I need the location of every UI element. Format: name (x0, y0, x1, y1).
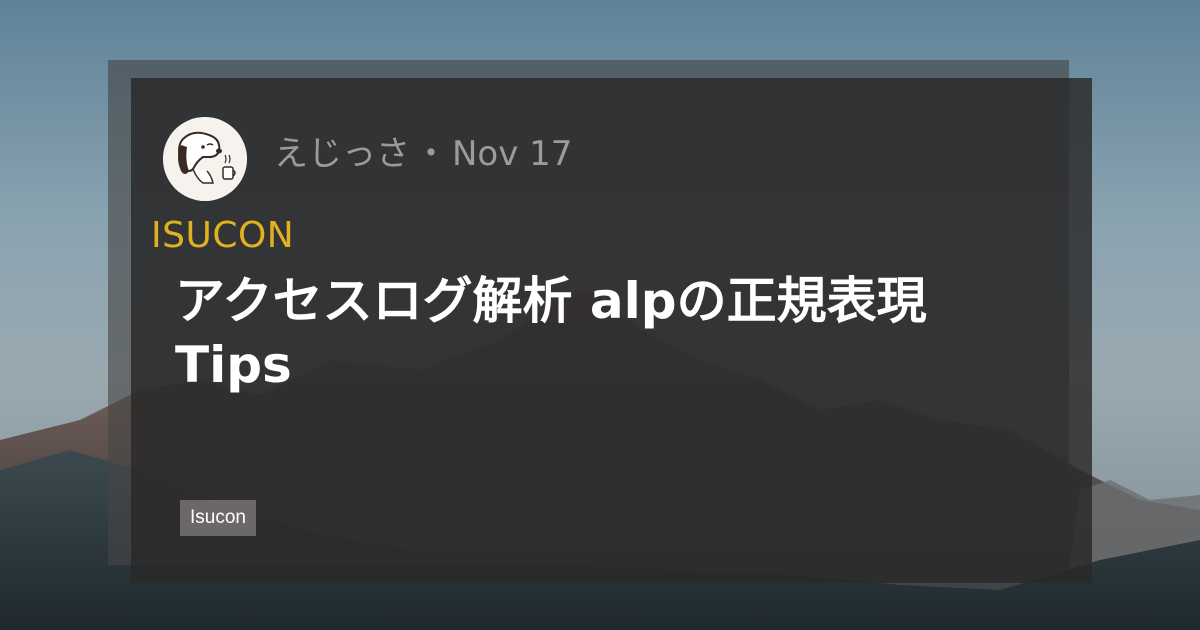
post-date: Nov 17 (452, 134, 573, 174)
meta-separator: ・ (414, 134, 448, 174)
snoopy-coffee-avatar-icon (163, 117, 247, 201)
tag-isucon[interactable]: Isucon (180, 500, 256, 536)
author-avatar[interactable] (163, 117, 247, 201)
post-category[interactable]: ISUCON (151, 214, 294, 258)
post-title[interactable]: アクセスログ解析 alpの正規表現 Tips (175, 269, 1055, 397)
author-name[interactable]: えじっさ (274, 134, 410, 174)
post-meta: えじっさ・ Nov 17 (274, 134, 572, 174)
